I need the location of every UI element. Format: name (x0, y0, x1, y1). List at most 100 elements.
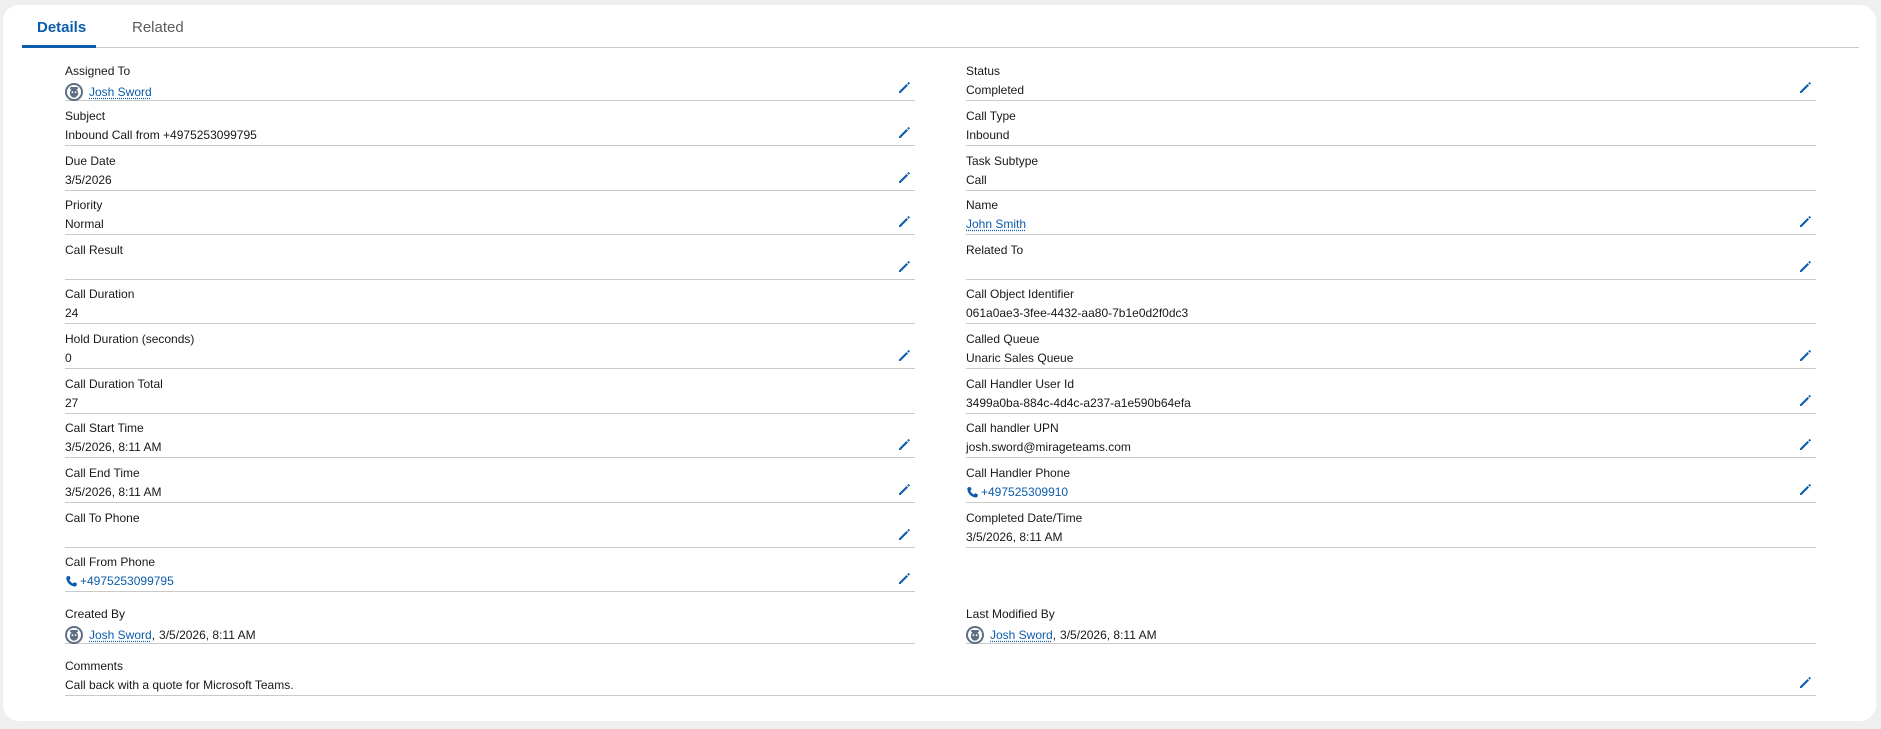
field-label: Comments (65, 659, 124, 673)
pencil-icon[interactable] (897, 349, 911, 363)
field-call-handler-upn: Call handler UPN josh.sword@mirageteams.… (966, 414, 1816, 458)
field-value: Inbound Call from +4975253099795 (65, 128, 257, 142)
field-value: 3499a0ba-884c-4d4c-a237-a1e590b64efa (966, 396, 1191, 410)
pencil-icon[interactable] (1798, 81, 1812, 95)
field-call-from-phone: Call From Phone +4975253099795 (65, 548, 915, 592)
pencil-icon[interactable] (897, 438, 911, 452)
field-label: Call Start Time (65, 421, 144, 435)
tab-bar: Details Related (22, 5, 1859, 48)
field-related-to: Related To (966, 236, 1816, 280)
field-last-modified-by: Last Modified By Josh Sword, 3/5/2026, 8… (966, 600, 1816, 644)
field-label: Call End Time (65, 466, 140, 480)
name-link[interactable]: John Smith (966, 217, 1026, 231)
field-task-subtype: Task Subtype Call (966, 147, 1816, 191)
field-call-result: Call Result (65, 236, 915, 280)
field-value: Josh Sword, 3/5/2026, 8:11 AM (966, 626, 1157, 644)
record-detail-card: Details Related Assigned To Josh Sword S… (3, 5, 1876, 721)
field-label: Priority (65, 198, 103, 212)
field-value: Call back with a quote for Microsoft Tea… (65, 678, 294, 692)
field-value: Unaric Sales Queue (966, 351, 1074, 365)
field-label: Assigned To (65, 64, 131, 78)
field-assigned-to: Assigned To Josh Sword (65, 57, 915, 101)
field-label: Call Result (65, 243, 124, 257)
phone-icon (967, 486, 978, 498)
field-label: Created By (65, 607, 126, 621)
field-value: 27 (65, 396, 79, 410)
field-label: Call Duration (65, 287, 135, 301)
field-label: Last Modified By (966, 607, 1055, 621)
tab-details[interactable]: Details (37, 19, 86, 36)
field-call-duration-total: Call Duration Total 27 (65, 370, 915, 414)
user-avatar-icon (65, 83, 83, 101)
field-label: Name (966, 198, 999, 212)
comma-separator: , (151, 628, 156, 642)
field-value: +497525309910 (966, 485, 1068, 499)
pencil-icon[interactable] (897, 81, 911, 95)
field-label: Task Subtype (966, 154, 1039, 168)
pencil-icon[interactable] (897, 483, 911, 497)
field-label: Call Duration Total (65, 377, 163, 391)
field-value: 24 (65, 306, 79, 320)
field-value: Inbound (966, 128, 1010, 142)
field-label: Call Handler Phone (966, 466, 1071, 480)
last-modified-date: 3/5/2026, 8:11 AM (1060, 628, 1157, 642)
field-label: Related To (966, 243, 1024, 257)
field-status: Status Completed (966, 57, 1816, 101)
field-name: Name John Smith (966, 191, 1816, 235)
field-value: 061a0ae3-3fee-4432-aa80-7b1e0d2f0dc3 (966, 306, 1189, 320)
field-call-object-identifier: Call Object Identifier 061a0ae3-3fee-443… (966, 280, 1816, 324)
field-value: John Smith (966, 217, 1026, 231)
field-call-start-time: Call Start Time 3/5/2026, 8:11 AM (65, 414, 915, 458)
pencil-icon[interactable] (1798, 260, 1812, 274)
field-call-type: Call Type Inbound (966, 102, 1816, 146)
assigned-to-link[interactable]: Josh Sword (89, 85, 152, 99)
field-label: Due Date (65, 154, 116, 168)
active-tab-indicator (22, 45, 96, 48)
field-call-handler-phone: Call Handler Phone +497525309910 (966, 459, 1816, 503)
pencil-icon[interactable] (1798, 438, 1812, 452)
created-by-link[interactable]: Josh Sword (89, 628, 152, 642)
field-called-queue: Called Queue Unaric Sales Queue (966, 325, 1816, 369)
field-hold-duration: Hold Duration (seconds) 0 (65, 325, 915, 369)
field-label: Call handler UPN (966, 421, 1059, 435)
field-completed-datetime: Completed Date/Time 3/5/2026, 8:11 AM (966, 504, 1816, 548)
field-comments: Comments Call back with a quote for Micr… (65, 652, 1816, 696)
field-value: josh.sword@mirageteams.com (966, 440, 1131, 454)
field-call-handler-user-id: Call Handler User Id 3499a0ba-884c-4d4c-… (966, 370, 1816, 414)
field-label: Called Queue (966, 332, 1040, 346)
pencil-icon[interactable] (897, 126, 911, 140)
field-value: Josh Sword (65, 83, 152, 101)
tab-related[interactable]: Related (132, 19, 184, 36)
phone-icon (66, 575, 77, 587)
call-handler-phone-link[interactable]: +497525309910 (981, 485, 1068, 499)
field-label: Call Object Identifier (966, 287, 1075, 301)
pencil-icon[interactable] (897, 528, 911, 542)
field-label: Call From Phone (65, 555, 156, 569)
field-value: Call (966, 173, 987, 187)
pencil-icon[interactable] (897, 171, 911, 185)
field-due-date: Due Date 3/5/2026 (65, 147, 915, 191)
pencil-icon[interactable] (897, 572, 911, 586)
comma-separator: , (1052, 628, 1057, 642)
field-value: Completed (966, 83, 1025, 97)
field-priority: Priority Normal (65, 191, 915, 235)
field-call-duration: Call Duration 24 (65, 280, 915, 324)
user-avatar-icon (966, 626, 984, 644)
pencil-icon[interactable] (1798, 676, 1812, 690)
field-label: Call Type (966, 109, 1016, 123)
call-from-phone-link[interactable]: +4975253099795 (80, 574, 174, 588)
field-label: Call Handler User Id (966, 377, 1075, 391)
created-date: 3/5/2026, 8:11 AM (159, 628, 256, 642)
field-label: Call To Phone (65, 511, 140, 525)
pencil-icon[interactable] (1798, 394, 1812, 408)
pencil-icon[interactable] (1798, 215, 1812, 229)
pencil-icon[interactable] (1798, 483, 1812, 497)
pencil-icon[interactable] (1798, 349, 1812, 363)
field-call-end-time: Call End Time 3/5/2026, 8:11 AM (65, 459, 915, 503)
pencil-icon[interactable] (897, 260, 911, 274)
field-value: Josh Sword, 3/5/2026, 8:11 AM (65, 626, 256, 644)
field-value: 3/5/2026, 8:11 AM (65, 440, 162, 454)
last-modified-by-link[interactable]: Josh Sword (990, 628, 1053, 642)
field-created-by: Created By Josh Sword, 3/5/2026, 8:11 AM (65, 600, 915, 644)
pencil-icon[interactable] (897, 215, 911, 229)
